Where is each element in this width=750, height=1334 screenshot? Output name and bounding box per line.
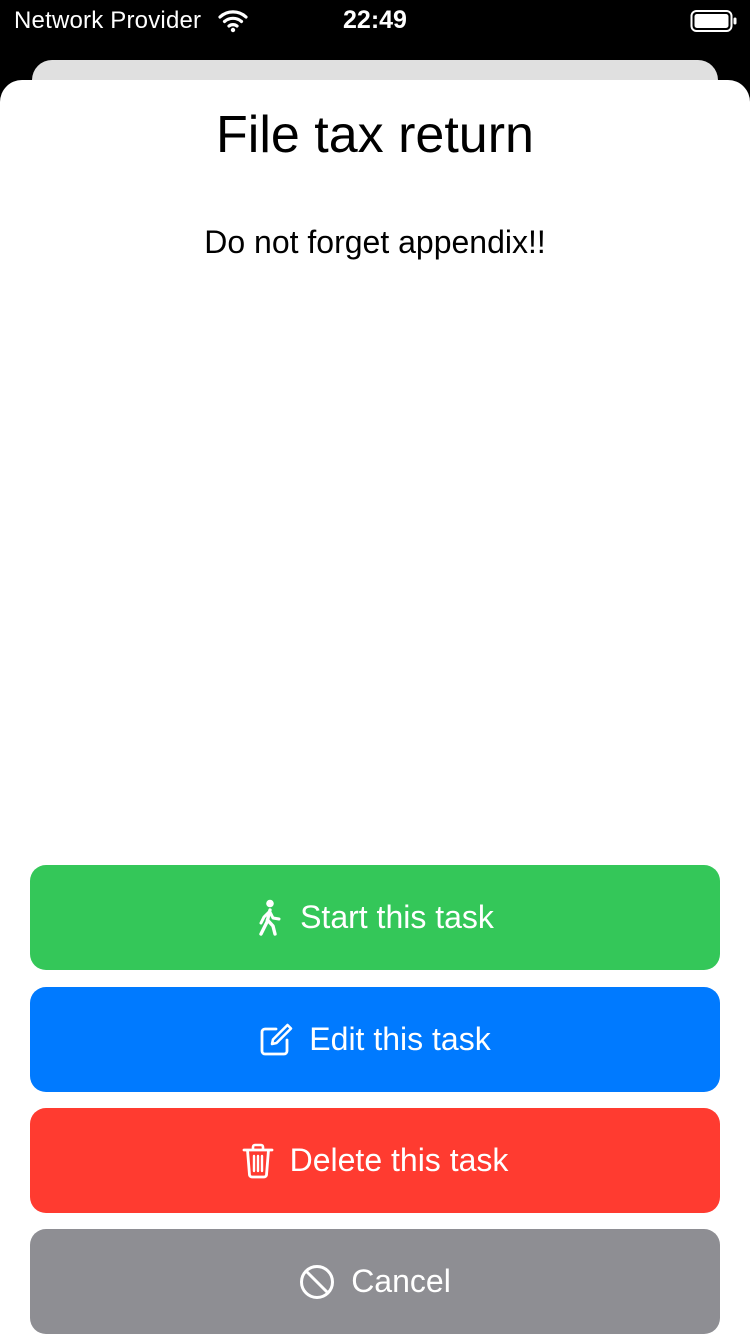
edit-task-label: Edit this task [309,1021,491,1057]
start-task-label: Start this task [300,899,494,935]
delete-task-label: Delete this task [289,1142,509,1178]
cancel-icon [299,1264,335,1300]
task-title: File tax return [216,106,534,164]
status-bar: Network Provider 22:49 [0,0,750,44]
task-description: Do not forget appendix!! [204,224,546,260]
walking-person-icon [256,899,284,937]
start-task-button[interactable]: Start this task [30,865,720,970]
edit-icon [259,1023,293,1057]
battery-icon [690,8,738,34]
trash-icon [242,1143,274,1179]
cancel-button[interactable]: Cancel [30,1229,720,1334]
delete-task-button[interactable]: Delete this task [30,1108,720,1213]
cancel-label: Cancel [351,1263,451,1299]
edit-task-button[interactable]: Edit this task [30,987,720,1092]
task-detail-sheet: File tax return Do not forget appendix!!… [0,80,750,1334]
status-time: 22:49 [343,6,407,34]
